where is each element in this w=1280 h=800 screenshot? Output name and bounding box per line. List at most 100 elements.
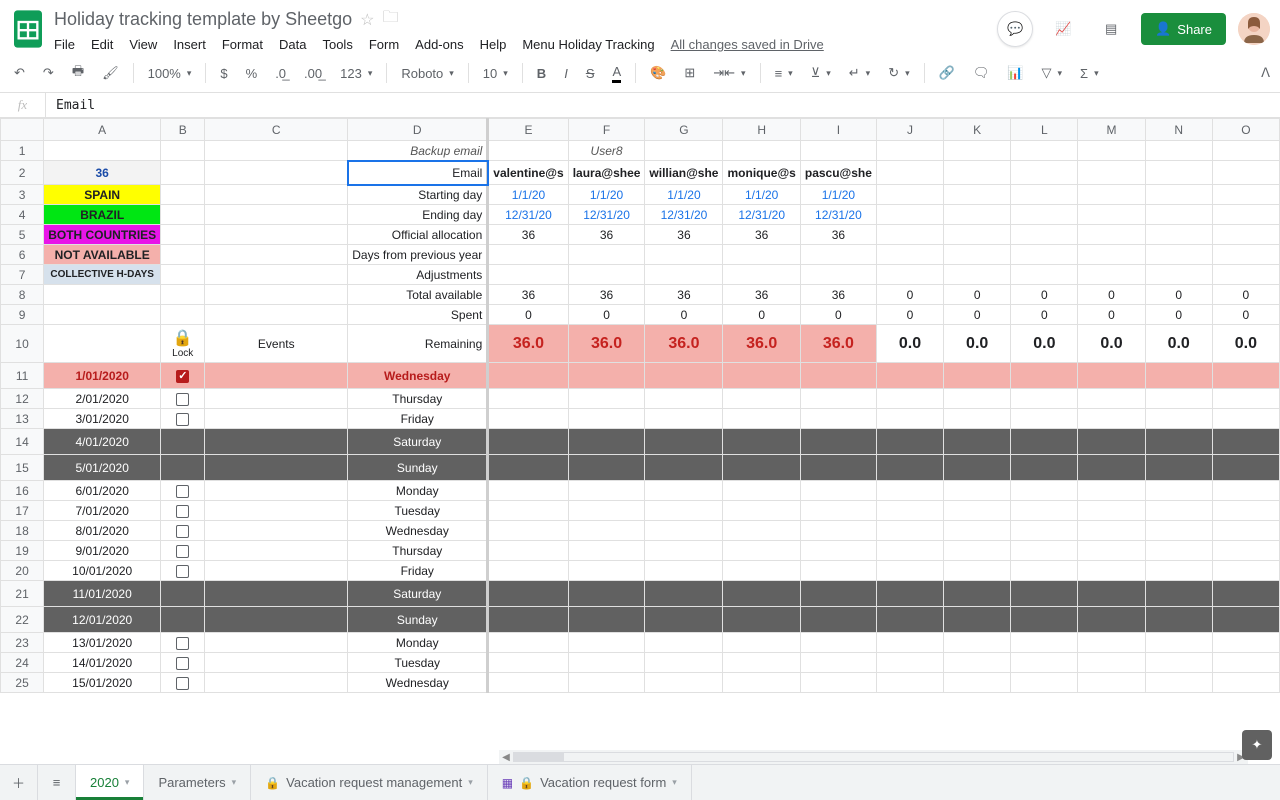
menu-file[interactable]: File xyxy=(54,37,75,52)
col-H[interactable]: H xyxy=(723,119,800,141)
lock-checkbox[interactable] xyxy=(176,545,189,558)
paint-format-button[interactable]: 🖌 xyxy=(98,63,123,83)
borders-button[interactable]: ⊞ xyxy=(680,63,699,83)
bold-button[interactable]: B xyxy=(533,64,550,83)
date-row[interactable]: 111/01/2020Wednesday xyxy=(1,363,1280,389)
fill-color-button[interactable]: 🎨 xyxy=(646,63,670,83)
col-L[interactable]: L xyxy=(1011,119,1078,141)
chart-button[interactable]: 📊 xyxy=(1003,63,1027,83)
menu-view[interactable]: View xyxy=(129,37,157,52)
col-E[interactable]: E xyxy=(488,119,568,141)
wrap-button[interactable]: ↵ xyxy=(845,63,874,83)
sheets-logo[interactable] xyxy=(10,11,46,47)
lock-checkbox[interactable] xyxy=(176,525,189,538)
col-N[interactable]: N xyxy=(1145,119,1212,141)
date-row[interactable]: 133/01/2020Friday xyxy=(1,409,1280,429)
date-row[interactable]: 2515/01/2020Wednesday xyxy=(1,673,1280,693)
halign-button[interactable]: ≡ xyxy=(771,64,797,83)
date-row[interactable]: 2313/01/2020Monday xyxy=(1,633,1280,653)
sheet-tab-parameters[interactable]: Parameters▾ xyxy=(144,765,251,800)
menu-tools[interactable]: Tools xyxy=(322,37,352,52)
col-D[interactable]: D xyxy=(348,119,488,141)
text-color-button[interactable]: A xyxy=(608,62,625,85)
date-row[interactable]: 177/01/2020Tuesday xyxy=(1,501,1280,521)
select-all-corner[interactable] xyxy=(1,119,44,141)
print-button[interactable]: 🖶 xyxy=(68,60,88,86)
filter-button[interactable]: ▽ xyxy=(1038,63,1067,83)
activity-icon[interactable]: 📈 xyxy=(1045,11,1081,47)
functions-button[interactable]: Σ xyxy=(1076,64,1103,83)
font-select[interactable]: Roboto xyxy=(397,64,457,83)
decrease-decimal-button[interactable]: .0̲ xyxy=(271,64,290,83)
redo-button[interactable]: ↷ xyxy=(39,63,58,83)
percent-button[interactable]: % xyxy=(242,64,262,83)
link-button[interactable]: 🔗 xyxy=(935,63,959,83)
increase-decimal-button[interactable]: .00̲ xyxy=(300,64,326,83)
date-row[interactable]: 155/01/2020Sunday xyxy=(1,455,1280,481)
date-row[interactable]: 166/01/2020Monday xyxy=(1,481,1280,501)
share-button[interactable]: 👤Share xyxy=(1141,13,1226,45)
folder-icon[interactable]: 🗀 xyxy=(383,6,399,33)
strike-button[interactable]: S xyxy=(582,64,599,83)
font-size-select[interactable]: 10 xyxy=(479,64,512,83)
save-status[interactable]: All changes saved in Drive xyxy=(671,37,824,52)
lock-checkbox[interactable] xyxy=(176,637,189,650)
lock-checkbox[interactable] xyxy=(176,370,189,383)
menu-edit[interactable]: Edit xyxy=(91,37,113,52)
col-O[interactable]: O xyxy=(1212,119,1279,141)
star-icon[interactable]: ☆ xyxy=(360,10,374,30)
col-G[interactable]: G xyxy=(645,119,723,141)
menu-addons[interactable]: Add-ons xyxy=(415,37,463,52)
col-B[interactable]: B xyxy=(161,119,205,141)
menu-form[interactable]: Form xyxy=(369,37,399,52)
sheet-tab-vacation-request-form[interactable]: ▦🔒Vacation request form▾ xyxy=(488,765,692,800)
col-F[interactable]: F xyxy=(568,119,645,141)
lock-checkbox[interactable] xyxy=(176,677,189,690)
lock-checkbox[interactable] xyxy=(176,505,189,518)
horizontal-scrollbar[interactable]: ◀▶ xyxy=(499,750,1248,764)
date-row[interactable]: 2111/01/2020Saturday xyxy=(1,581,1280,607)
add-sheet-button[interactable]: ＋ xyxy=(0,765,38,800)
lock-checkbox[interactable] xyxy=(176,485,189,498)
lock-checkbox[interactable] xyxy=(176,393,189,406)
date-row[interactable]: 199/01/2020Thursday xyxy=(1,541,1280,561)
date-row[interactable]: 2010/01/2020Friday xyxy=(1,561,1280,581)
date-row[interactable]: 2212/01/2020Sunday xyxy=(1,607,1280,633)
number-format-select[interactable]: 123 xyxy=(336,64,376,83)
all-sheets-button[interactable]: ≡ xyxy=(38,765,76,800)
currency-button[interactable]: $ xyxy=(216,64,231,83)
lock-checkbox[interactable] xyxy=(176,657,189,670)
col-K[interactable]: K xyxy=(944,119,1011,141)
date-row[interactable]: 144/01/2020Saturday xyxy=(1,429,1280,455)
date-row[interactable]: 188/01/2020Wednesday xyxy=(1,521,1280,541)
rotate-button[interactable]: ↻ xyxy=(884,63,913,83)
explore-button[interactable]: ✦ xyxy=(1242,730,1272,760)
menu-holiday-tracking[interactable]: Menu Holiday Tracking xyxy=(522,37,654,52)
account-avatar[interactable] xyxy=(1238,13,1270,45)
comments-icon[interactable]: ▤ xyxy=(1093,11,1129,47)
lock-checkbox[interactable] xyxy=(176,413,189,426)
merge-button[interactable]: ⇥⇤ xyxy=(709,63,749,83)
sheet-tab-vacation-request-mgmt[interactable]: 🔒Vacation request management▾ xyxy=(251,765,488,800)
date-row[interactable]: 122/01/2020Thursday xyxy=(1,389,1280,409)
formula-input[interactable]: Email xyxy=(46,94,1280,117)
lock-checkbox[interactable] xyxy=(176,565,189,578)
menu-format[interactable]: Format xyxy=(222,37,263,52)
sheet-tab-2020[interactable]: 2020▾ xyxy=(76,765,144,800)
menu-insert[interactable]: Insert xyxy=(173,37,206,52)
doc-title[interactable]: Holiday tracking template by Sheetgo xyxy=(54,9,352,30)
col-J[interactable]: J xyxy=(876,119,943,141)
menu-help[interactable]: Help xyxy=(480,37,507,52)
menu-data[interactable]: Data xyxy=(279,37,306,52)
col-A[interactable]: A xyxy=(44,119,161,141)
col-M[interactable]: M xyxy=(1078,119,1145,141)
spreadsheet-grid[interactable]: A B C D E F G H I J K L M N O 1Backup em… xyxy=(0,118,1280,693)
col-I[interactable]: I xyxy=(800,119,876,141)
comment-button[interactable]: 🗨 xyxy=(969,63,994,83)
undo-button[interactable]: ↶ xyxy=(10,63,29,83)
valign-button[interactable]: ⊻ xyxy=(807,63,835,83)
date-row[interactable]: 2414/01/2020Tuesday xyxy=(1,653,1280,673)
collapse-toolbar-icon[interactable]: ᐱ xyxy=(1261,65,1270,81)
italic-button[interactable]: I xyxy=(560,64,572,83)
zoom-select[interactable]: 100% xyxy=(144,64,196,83)
